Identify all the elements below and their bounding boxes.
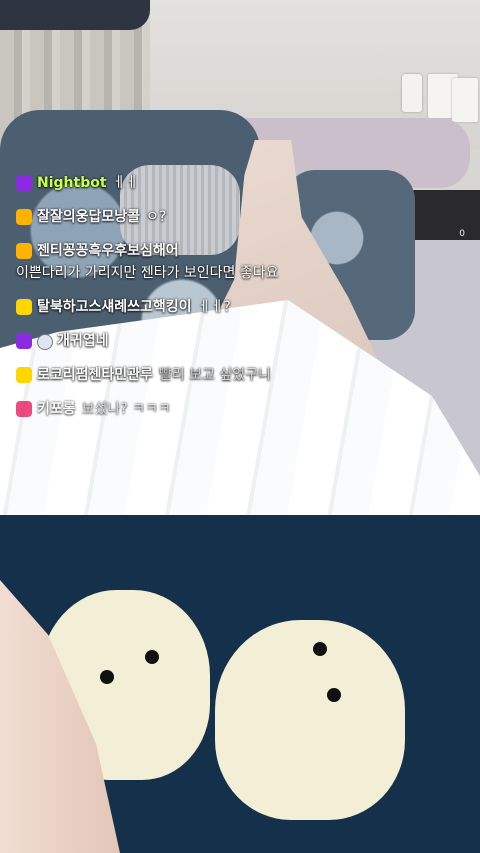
chat-text: ㅇ?: [146, 209, 167, 225]
chat-text: 빨리 보고 싶었구니: [158, 367, 271, 383]
badge-icon: [16, 209, 32, 225]
chat-text: 이쁜다리가 가리지만 젠타가 보인다면 좋다요: [16, 265, 279, 281]
curtain-top: [0, 0, 150, 30]
chat-message: 잘잘의웅답모낭콜 ㅇ?: [16, 206, 306, 228]
chat-nickname[interactable]: 개귀엽네: [57, 330, 109, 352]
chat-message: Nightbot ㅔㅔ: [16, 172, 306, 194]
wall-outlet: [402, 74, 422, 112]
chat-nickname[interactable]: Nightbot: [37, 172, 107, 194]
side-indicator: 0: [459, 229, 465, 239]
eye-mark: [327, 688, 341, 702]
light-switch: [452, 78, 478, 122]
chat-nickname[interactable]: 키포롱: [37, 398, 76, 420]
badge-icon: [16, 367, 32, 383]
chat-nickname[interactable]: 탈북하고스섀례쓰고핵킹이: [37, 296, 192, 318]
chat-message: 탈북하고스섀례쓰고핵킹이 ㅔㅔ?: [16, 296, 306, 318]
eye-mark: [313, 642, 327, 656]
chat-message: 개귀엽네: [16, 330, 306, 352]
badge-icon: [16, 299, 32, 315]
chat-nickname[interactable]: 잘잘의웅답모낭콜: [37, 206, 140, 228]
badge-icon: [16, 333, 32, 349]
chat-message: 로코리펌젠타민관루 빨리 보고 싶었구니: [16, 364, 306, 386]
eye-mark: [145, 650, 159, 664]
chat-nickname[interactable]: 젠티꽁꽁흑우후보심해어: [37, 240, 179, 262]
chat-message: 키포롱 보셨나? ㅋㅋㅋ: [16, 398, 306, 420]
bear-print: [215, 620, 405, 820]
chat-overlay: Nightbot ㅔㅔ 잘잘의웅답모낭콜 ㅇ? 젠티꽁꽁흑우후보심해어 이쁜다리…: [16, 172, 306, 432]
badge-icon: [16, 401, 32, 417]
chat-nickname[interactable]: 로코리펌젠타민관루: [37, 364, 153, 386]
chat-text: ㅔㅔ?: [197, 299, 231, 315]
eye-mark: [100, 670, 114, 684]
chat-text: 보셨나? ㅋㅋㅋ: [81, 401, 171, 417]
chat-text: ㅔㅔ: [112, 175, 139, 191]
emote-icon: [37, 334, 53, 350]
chat-message: 젠티꽁꽁흑우후보심해어 이쁜다리가 가리지만 젠타가 보인다면 좋다요: [16, 240, 306, 284]
badge-icon: [16, 243, 32, 259]
badge-icon: [16, 175, 32, 191]
